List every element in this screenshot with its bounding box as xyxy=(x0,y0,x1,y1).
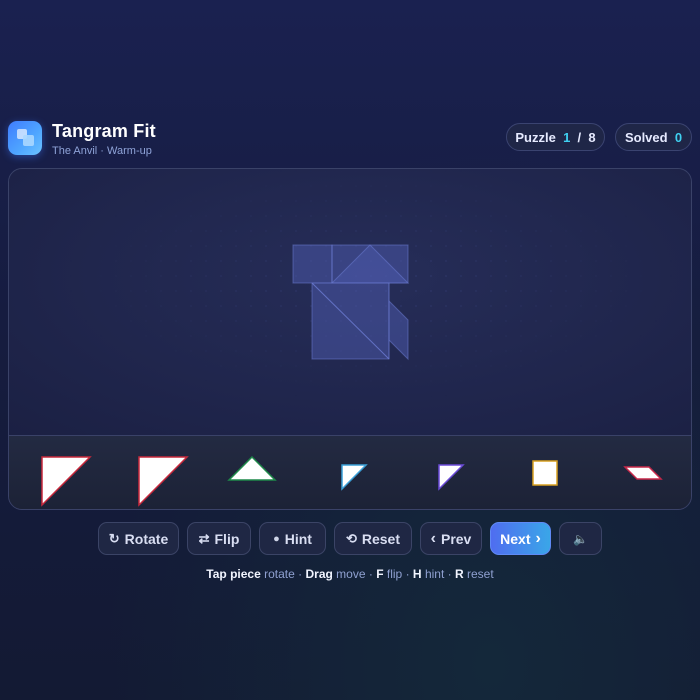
help-h-action: hint xyxy=(424,567,445,581)
puzzle-counter-badge: Puzzle 1 / 8 xyxy=(506,123,605,151)
solved-count: 0 xyxy=(674,129,683,145)
help-tap: Tap piece xyxy=(206,567,261,581)
solved-label: Solved xyxy=(624,129,668,145)
prev-label: Prev xyxy=(440,530,472,547)
help-r: R xyxy=(454,567,464,581)
piece-tray-canvas xyxy=(41,455,663,507)
reset-button[interactable]: ⟲ Reset xyxy=(334,522,412,555)
next-button[interactable]: Next › xyxy=(490,522,551,555)
rotate-label: Rotate xyxy=(124,530,169,547)
solved-counter-badge: Solved 0 xyxy=(615,123,692,151)
help-drag-action: move xyxy=(336,567,366,581)
app-title: Tangram Fit xyxy=(52,121,156,141)
app-logo-icon xyxy=(8,121,42,155)
playfield[interactable] xyxy=(9,169,691,435)
piece-large-triangle-2[interactable] xyxy=(138,456,189,507)
help-f-action: flip xyxy=(386,567,403,581)
silhouette-canvas xyxy=(9,169,691,435)
hint-label: Hint xyxy=(284,530,312,547)
puzzle-total: 8 xyxy=(588,129,596,145)
speaker-icon: 🔈 xyxy=(573,531,588,546)
help-h: H xyxy=(412,567,422,581)
header: Tangram Fit The Anvil · Warm-up Puzzle 1… xyxy=(8,118,692,158)
sound-button[interactable]: 🔈 xyxy=(559,522,602,555)
flip-button[interactable]: ⇄ Flip xyxy=(187,522,251,555)
help-tap-action: rotate xyxy=(264,567,295,581)
next-label: Next xyxy=(500,530,531,547)
prev-button[interactable]: ‹ Prev xyxy=(420,522,482,555)
piece-small-triangle-2[interactable] xyxy=(438,464,465,491)
rotate-button[interactable]: ↻ Rotate xyxy=(98,522,179,555)
silhouette-square xyxy=(292,244,333,284)
hint-button[interactable]: ● Hint xyxy=(259,522,326,555)
reset-label: Reset xyxy=(361,530,401,547)
piece-large-triangle-1[interactable] xyxy=(41,456,92,507)
flip-icon: ⇄ xyxy=(198,530,210,546)
puzzle-current: 1 xyxy=(563,129,571,145)
game-board xyxy=(8,168,692,510)
help-f: F xyxy=(376,567,384,581)
keyboard-help: Tap piece rotate · Drag move · F flip · … xyxy=(206,567,494,581)
next-icon: › xyxy=(535,529,541,547)
puzzle-separator: / xyxy=(577,129,582,145)
hint-icon: ● xyxy=(273,532,280,545)
help-drag: Drag xyxy=(305,567,333,581)
prev-icon: ‹ xyxy=(430,529,436,547)
help-r-action: reset xyxy=(467,567,494,581)
piece-parallelogram[interactable] xyxy=(623,466,663,480)
rotate-icon: ↻ xyxy=(108,530,120,546)
piece-square[interactable] xyxy=(532,460,558,486)
piece-tray xyxy=(9,435,691,509)
reset-icon: ⟲ xyxy=(345,530,357,546)
puzzle-label: Puzzle xyxy=(515,129,556,145)
piece-small-triangle-1[interactable] xyxy=(341,464,368,491)
flip-label: Flip xyxy=(214,530,240,547)
app-subtitle: The Anvil · Warm-up xyxy=(52,145,152,157)
piece-medium-triangle[interactable] xyxy=(227,455,277,481)
